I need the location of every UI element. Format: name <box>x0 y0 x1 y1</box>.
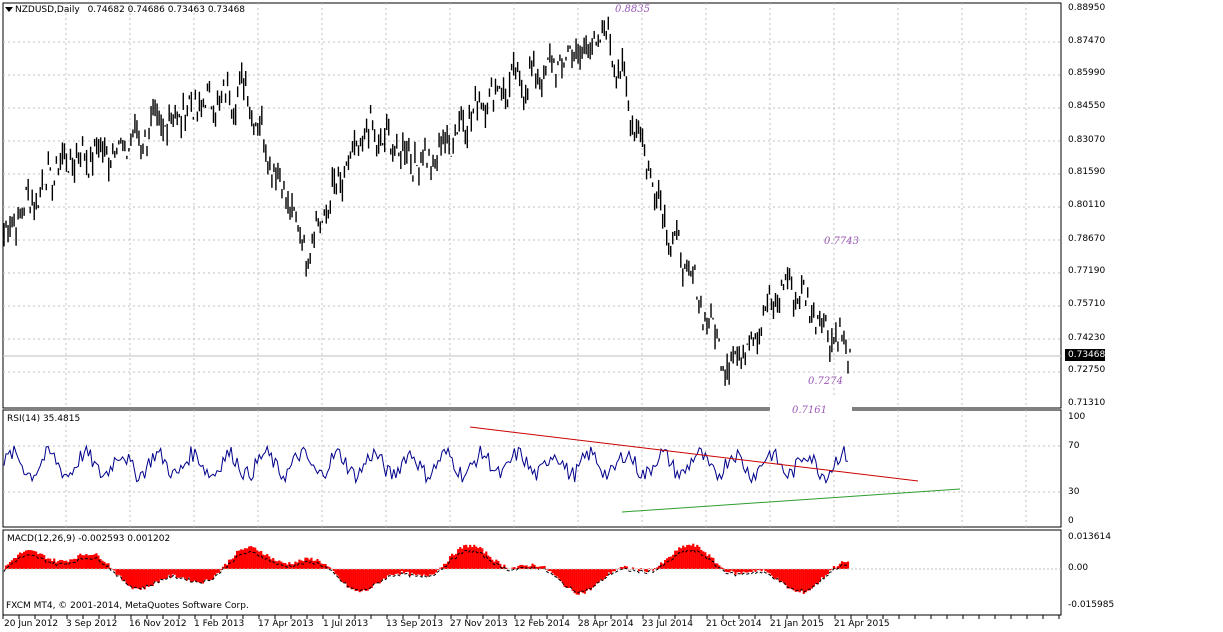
macd-level: 0.013614 <box>1068 532 1111 542</box>
price-level: 0.80110 <box>1068 200 1106 210</box>
price-level: 0.88950 <box>1068 3 1106 13</box>
price-level: 0.83070 <box>1068 135 1106 145</box>
time-label: 17 Apr 2013 <box>258 619 314 629</box>
rsi-panel-frame <box>2 409 1062 528</box>
rsi-level: 30 <box>1068 487 1080 497</box>
macd-label: MACD(12,26,9) -0.002593 0.001202 <box>7 534 171 544</box>
ohlc-values: 0.74682 0.74686 0.73463 0.73468 <box>87 5 246 15</box>
price-level: 0.85990 <box>1068 68 1106 78</box>
price-level: 0.74230 <box>1068 333 1106 343</box>
time-label: 1 Feb 2013 <box>194 619 245 629</box>
symbol-header: NZDUSD,Daily 0.74682 0.74686 0.73463 0.7… <box>15 5 245 15</box>
time-label: 16 Nov 2012 <box>129 619 187 629</box>
high-annotation[interactable]: 0.8835 <box>615 4 650 15</box>
chart-canvas <box>2 2 1062 619</box>
copyright-footer: FXCM MT4, © 2001-2014, MetaQuotes Softwa… <box>6 601 249 611</box>
time-label: 1 Jul 2013 <box>323 619 369 629</box>
price-level: 0.81590 <box>1068 167 1106 177</box>
time-label: 21 Jan 2015 <box>770 619 824 629</box>
time-label: 28 Apr 2014 <box>578 619 634 629</box>
time-label: 21 Oct 2014 <box>706 619 762 629</box>
current-price-tag: 0.73468 <box>1065 349 1105 361</box>
price-level: 0.78670 <box>1068 234 1106 244</box>
macd-histogram <box>2 543 850 595</box>
time-label: 23 Jul 2014 <box>642 619 693 629</box>
rsi-level: 70 <box>1068 441 1080 451</box>
macd-level: -0.015985 <box>1068 600 1115 610</box>
price-level: 0.72750 <box>1068 365 1106 375</box>
time-label: 27 Nov 2013 <box>450 619 508 629</box>
symbol-label: NZDUSD,Daily <box>15 5 80 15</box>
price-level: 0.71310 <box>1068 398 1106 408</box>
time-label: 21 Apr 2015 <box>834 619 890 629</box>
price-level: 0.87470 <box>1068 36 1106 46</box>
price-level: 0.77190 <box>1068 266 1106 276</box>
rsi-grid <box>3 410 1061 527</box>
chart-menu-icon[interactable] <box>5 7 13 12</box>
price-level: 0.84550 <box>1068 101 1106 111</box>
macd-level: 0.00 <box>1068 563 1089 573</box>
rsi-line <box>3 444 849 485</box>
time-label: 13 Sep 2013 <box>386 619 444 629</box>
time-label: 12 Feb 2014 <box>514 619 571 629</box>
time-label: 20 Jun 2012 <box>4 619 59 629</box>
swing-high-annotation[interactable]: 0.7743 <box>824 236 859 247</box>
rsi-level: 0 <box>1068 516 1074 526</box>
rsi-support-trendline[interactable] <box>621 488 961 513</box>
time-label: 3 Sep 2012 <box>66 619 118 629</box>
price-series <box>3 16 851 386</box>
price-level: 0.75710 <box>1068 299 1106 309</box>
low-annotation[interactable]: 0.7161 <box>792 405 827 416</box>
swing-low-annotation[interactable]: 0.7274 <box>808 376 843 387</box>
rsi-label: RSI(14) 35.4815 <box>7 414 81 424</box>
rsi-level: 100 <box>1068 412 1086 422</box>
